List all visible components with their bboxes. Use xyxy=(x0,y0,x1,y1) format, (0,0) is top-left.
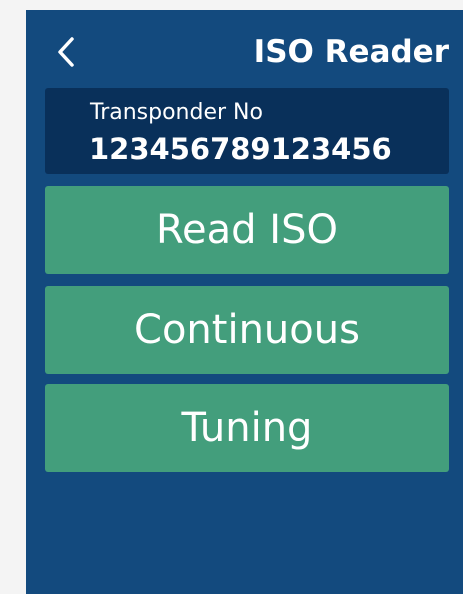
chevron-left-icon xyxy=(58,37,74,67)
page-title: ISO Reader xyxy=(253,34,449,70)
header-bar: ISO Reader xyxy=(26,10,463,88)
read-iso-button[interactable]: Read ISO xyxy=(45,186,449,274)
continuous-button[interactable]: Continuous xyxy=(45,286,449,374)
transponder-panel: Transponder No 123456789123456 xyxy=(45,88,449,174)
iso-reader-screen: ISO Reader Transponder No 12345678912345… xyxy=(26,10,463,594)
transponder-label: Transponder No xyxy=(90,100,263,125)
transponder-number: 123456789123456 xyxy=(89,132,392,166)
back-button[interactable] xyxy=(48,30,88,74)
tuning-button[interactable]: Tuning xyxy=(45,384,449,472)
